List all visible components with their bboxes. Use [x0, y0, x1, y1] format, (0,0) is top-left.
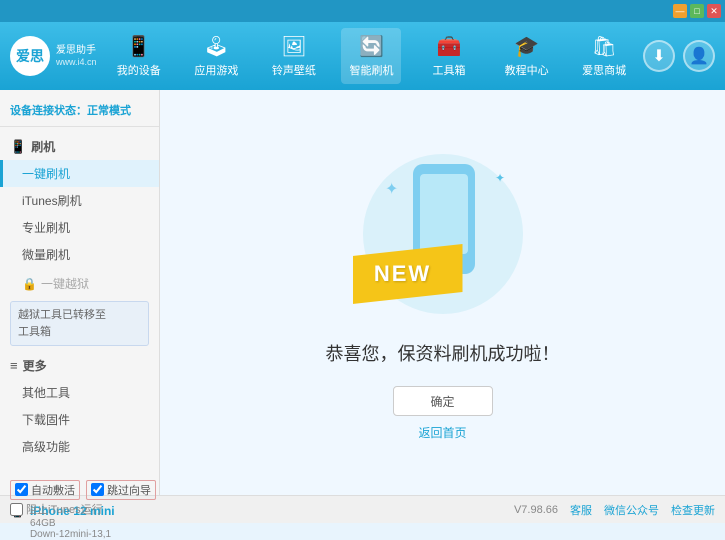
nav-tutorial-label: 教程中心 — [505, 62, 549, 78]
nav-app-games-label: 应用游戏 — [194, 62, 238, 78]
sidebar-itunes-flash[interactable]: iTunes刷机 — [0, 187, 159, 214]
svg-text:✦: ✦ — [385, 181, 398, 198]
nav-ringtone-wallpaper[interactable]: 🖼 铃声壁纸 — [264, 28, 324, 84]
nav-smart-flash[interactable]: 🔄 智能刷机 — [341, 28, 401, 84]
sidebar: 设备连接状态：正常模式 📱 刷机 一键刷机 iTunes刷机 专业刷机 微量刷机… — [0, 90, 160, 495]
sidebar-download-firmware[interactable]: 下载固件 — [0, 406, 159, 433]
check-update-link[interactable]: 检查更新 — [671, 502, 715, 518]
sidebar-one-key-flash[interactable]: 一键刷机 — [0, 160, 159, 187]
success-illustration: ✦ ✦ NEW ✦ ✦ — [353, 144, 533, 324]
stop-itunes: 阻止iTunes运行 — [10, 501, 103, 517]
sidebar-other-tools[interactable]: 其他工具 — [0, 379, 159, 406]
toolbox-icon: 🧰 — [437, 34, 462, 59]
nav-my-device-label: 我的设备 — [117, 62, 161, 78]
header: 爱思 爱思助手 www.i4.cn 📱 我的设备 🕹 应用游戏 🖼 铃声壁纸 🔄… — [0, 22, 725, 90]
nav-ringtone-label: 铃声壁纸 — [272, 62, 316, 78]
confirm-button[interactable]: 确定 — [393, 386, 493, 416]
store-icon: 🛍 — [591, 34, 616, 59]
maximize-button[interactable]: □ — [690, 4, 704, 18]
nav-aisi-store[interactable]: 🛍 爱思商城 — [574, 28, 634, 84]
app-games-icon: 🕹 — [204, 34, 229, 59]
sidebar-jailbreak-tip: 越狱工具已转移至工具箱 — [10, 301, 149, 346]
device-status: 设备连接状态：正常模式 — [0, 98, 159, 127]
bottom-bar: 自动敷活 跳过向导 📱 iPhone 12 mini 64GB Down-12m… — [0, 495, 725, 523]
flash-section: 📱 刷机 一键刷机 iTunes刷机 专业刷机 微量刷机 — [0, 131, 159, 270]
bottom-right: V7.98.66 客服 微信公众号 检查更新 — [514, 502, 715, 518]
logo-area: 爱思 爱思助手 www.i4.cn — [10, 36, 100, 76]
header-right: ⬇ 👤 — [643, 40, 715, 72]
flash-section-icon: 📱 — [10, 139, 26, 155]
auto-activate-checkbox[interactable]: 自动敷活 — [10, 480, 80, 500]
window-controls: — □ ✕ — [673, 4, 721, 18]
auto-activate-input[interactable] — [15, 483, 28, 496]
device-capacity: 64GB — [30, 518, 115, 529]
lock-icon: 🔒 — [22, 277, 37, 291]
download-button[interactable]: ⬇ — [643, 40, 675, 72]
more-section-icon: ≡ — [10, 358, 18, 373]
user-button[interactable]: 👤 — [683, 40, 715, 72]
new-badge-text: NEW — [374, 261, 431, 287]
my-device-icon: 📱 — [126, 34, 151, 59]
title-bar: — □ ✕ — [0, 0, 725, 22]
flash-section-header: 📱 刷机 — [0, 133, 159, 160]
nav-tutorial[interactable]: 🎓 教程中心 — [497, 28, 557, 84]
main-container: 设备连接状态：正常模式 📱 刷机 一键刷机 iTunes刷机 专业刷机 微量刷机… — [0, 90, 725, 495]
more-section: ≡ 更多 其他工具 下载固件 高级功能 — [0, 350, 159, 462]
sidebar-save-data-flash[interactable]: 微量刷机 — [0, 241, 159, 268]
ringtone-icon: 🖼 — [281, 34, 306, 59]
skip-wizard-checkbox[interactable]: 跳过向导 — [86, 480, 156, 500]
stop-itunes-checkbox[interactable] — [10, 503, 23, 516]
smart-flash-icon: 🔄 — [359, 34, 384, 59]
sidebar-jailbreak-disabled: 🔒 一键越狱 — [0, 270, 159, 297]
success-title: 恭喜您，保资料刷机成功啦！ — [326, 340, 560, 366]
nav-store-label: 爱思商城 — [582, 62, 626, 78]
svg-text:✦: ✦ — [495, 171, 505, 185]
nav-bar: 📱 我的设备 🕹 应用游戏 🖼 铃声壁纸 🔄 智能刷机 🧰 工具箱 🎓 教程中心… — [100, 28, 643, 84]
device-model: Down-12mini-13,1 — [30, 529, 115, 540]
logo-icon: 爱思 — [10, 36, 50, 76]
sidebar-advanced[interactable]: 高级功能 — [0, 433, 159, 460]
go-home-link[interactable]: 返回首页 — [418, 424, 466, 441]
sidebar-pro-flash[interactable]: 专业刷机 — [0, 214, 159, 241]
checkboxes-row: 自动敷活 跳过向导 — [10, 480, 156, 500]
stop-itunes-label[interactable]: 阻止iTunes运行 — [10, 501, 103, 517]
wechat-public-link[interactable]: 微信公众号 — [604, 502, 659, 518]
customer-service-link[interactable]: 客服 — [570, 502, 592, 518]
version-label: V7.98.66 — [514, 504, 558, 516]
nav-smart-flash-label: 智能刷机 — [349, 62, 393, 78]
nav-my-device[interactable]: 📱 我的设备 — [109, 28, 169, 84]
close-button[interactable]: ✕ — [707, 4, 721, 18]
minimize-button[interactable]: — — [673, 4, 687, 18]
nav-toolbox[interactable]: 🧰 工具箱 — [419, 28, 479, 84]
more-section-header: ≡ 更多 — [0, 352, 159, 379]
skip-wizard-input[interactable] — [91, 483, 104, 496]
tutorial-icon: 🎓 — [514, 34, 539, 59]
nav-app-games[interactable]: 🕹 应用游戏 — [186, 28, 246, 84]
nav-toolbox-label: 工具箱 — [433, 62, 466, 78]
content-area: ✦ ✦ NEW ✦ ✦ 恭喜您，保资料刷机成功啦！ 确定 返回首页 — [160, 90, 725, 495]
logo-text: 爱思助手 www.i4.cn — [56, 44, 97, 69]
